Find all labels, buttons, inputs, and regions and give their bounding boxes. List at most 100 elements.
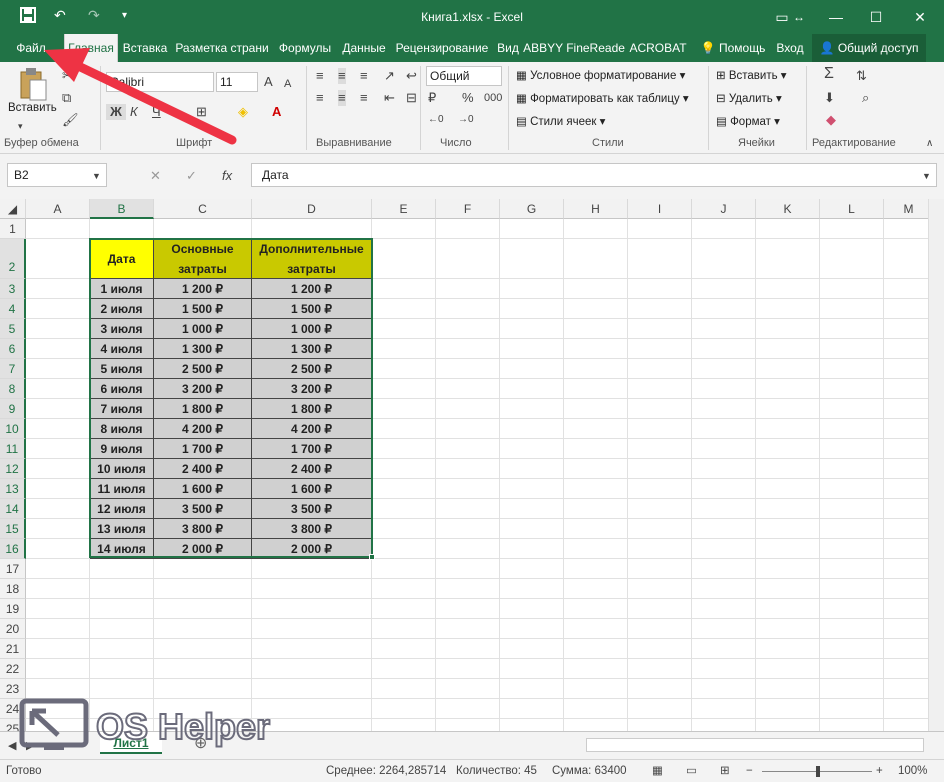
page-layout-view-icon[interactable]: ▭: [686, 760, 697, 782]
table-cell[interactable]: 2 400 ₽: [154, 459, 252, 479]
table-cell[interactable]: 12 июля: [90, 499, 154, 519]
row-header-11[interactable]: 11: [0, 439, 26, 459]
merge-center-icon[interactable]: ⊟: [406, 90, 417, 106]
conditional-formatting-button[interactable]: ▦ Условное форматирование ▾: [516, 68, 685, 82]
format-as-table-button[interactable]: ▦ Форматировать как таблицу ▾: [516, 91, 689, 105]
font-size-box[interactable]: 11: [216, 72, 258, 92]
column-header-J[interactable]: J: [692, 199, 756, 219]
column-header-L[interactable]: L: [820, 199, 884, 219]
zoom-in-icon[interactable]: +: [876, 760, 883, 782]
table-cell[interactable]: 3 июля: [90, 319, 154, 339]
prev-sheet-icon[interactable]: ◀: [8, 738, 16, 754]
table-cell[interactable]: 1 600 ₽: [154, 479, 252, 499]
row-header-19[interactable]: 19: [0, 599, 26, 619]
table-cell[interactable]: 1 200 ₽: [154, 279, 252, 299]
zoom-out-icon[interactable]: −: [746, 760, 753, 782]
column-header-D[interactable]: D: [252, 199, 372, 219]
expand-formula-bar-icon[interactable]: ▼: [922, 168, 931, 184]
table-cell[interactable]: 14 июля: [90, 539, 154, 559]
column-header-E[interactable]: E: [372, 199, 436, 219]
align-middle-icon[interactable]: ≡: [338, 68, 346, 84]
collapse-ribbon-icon[interactable]: ∧: [926, 136, 933, 152]
row-header-8[interactable]: 8: [0, 379, 26, 399]
row-header-21[interactable]: 21: [0, 639, 26, 659]
column-header-B[interactable]: B: [90, 199, 154, 219]
column-header-I[interactable]: I: [628, 199, 692, 219]
row-header-15[interactable]: 15: [0, 519, 26, 539]
table-cell[interactable]: 1 700 ₽: [252, 439, 372, 459]
format-cells-button[interactable]: ▤ Формат ▾: [716, 114, 780, 128]
spreadsheet-grid[interactable]: ◢ ABCDEFGHIJKLM 1 2 3 4 5 6 7 8 9 10 11 12 13 14 15 16 1…: [0, 199, 944, 759]
row-header-16[interactable]: 16: [0, 539, 26, 559]
sheet-tab-list1[interactable]: Лист1: [100, 732, 162, 754]
table-cell[interactable]: 1 700 ₽: [154, 439, 252, 459]
next-sheet-icon[interactable]: ▶: [26, 738, 34, 754]
fill-color-icon[interactable]: ◈: [238, 104, 248, 120]
table-header-cell[interactable]: Дополнительные затраты: [252, 239, 372, 279]
row-header-3[interactable]: 3: [0, 279, 26, 299]
row-header-4[interactable]: 4: [0, 299, 26, 319]
table-cell[interactable]: 1 200 ₽: [252, 279, 372, 299]
zoom-slider-thumb[interactable]: [816, 766, 820, 777]
currency-icon[interactable]: ₽: [428, 90, 436, 106]
table-cell[interactable]: 3 500 ₽: [252, 499, 372, 519]
close-button[interactable]: ✕: [900, 4, 940, 30]
table-cell[interactable]: 10 июля: [90, 459, 154, 479]
align-bottom-icon[interactable]: ≡: [360, 68, 368, 84]
wrap-text-icon[interactable]: ↩: [406, 68, 417, 84]
shrink-font-icon[interactable]: A: [284, 76, 291, 92]
row-header-23[interactable]: 23: [0, 679, 26, 699]
table-cell[interactable]: 6 июля: [90, 379, 154, 399]
add-sheet-icon[interactable]: ⊕: [194, 736, 207, 752]
row-header-22[interactable]: 22: [0, 659, 26, 679]
row-header-24[interactable]: 24: [0, 699, 26, 719]
row-header-2[interactable]: 2: [0, 239, 26, 279]
tell-me-button[interactable]: 💡 Помощь: [696, 34, 770, 62]
row-header-1[interactable]: 1: [0, 219, 26, 239]
underline-button[interactable]: Ч: [152, 104, 161, 120]
page-break-view-icon[interactable]: ⊞: [720, 760, 730, 782]
format-painter-icon[interactable]: 🖌: [62, 112, 79, 128]
table-cell[interactable]: 2 500 ₽: [154, 359, 252, 379]
confirm-entry-icon[interactable]: ✓: [186, 168, 197, 184]
cancel-entry-icon[interactable]: ✕: [150, 168, 161, 184]
font-color-icon[interactable]: A: [272, 104, 281, 120]
table-cell[interactable]: 1 000 ₽: [154, 319, 252, 339]
minimize-button[interactable]: —: [816, 4, 856, 30]
tab-review[interactable]: Рецензирование: [391, 34, 493, 62]
delete-cells-button[interactable]: ⊟ Удалить ▾: [716, 91, 782, 105]
column-header-K[interactable]: K: [756, 199, 820, 219]
borders-icon[interactable]: ⊞: [196, 104, 207, 120]
table-cell[interactable]: 1 800 ₽: [252, 399, 372, 419]
horizontal-scrollbar[interactable]: [586, 738, 924, 752]
copy-icon[interactable]: ⧉: [62, 90, 71, 106]
table-cell[interactable]: 4 июля: [90, 339, 154, 359]
insert-function-icon[interactable]: fx: [222, 168, 232, 184]
table-cell[interactable]: 8 июля: [90, 419, 154, 439]
paste-dropdown-icon[interactable]: ▾: [18, 118, 23, 134]
maximize-button[interactable]: ☐: [856, 4, 896, 30]
table-cell[interactable]: 1 600 ₽: [252, 479, 372, 499]
table-cell[interactable]: 5 июля: [90, 359, 154, 379]
table-cell[interactable]: 1 800 ₽: [154, 399, 252, 419]
table-cell[interactable]: 2 500 ₽: [252, 359, 372, 379]
row-header-12[interactable]: 12: [0, 459, 26, 479]
table-cell[interactable]: 3 500 ₽: [154, 499, 252, 519]
row-header-7[interactable]: 7: [0, 359, 26, 379]
number-format-box[interactable]: Общий: [426, 66, 502, 86]
column-header-F[interactable]: F: [436, 199, 500, 219]
tab-page-layout[interactable]: Разметка страни: [172, 34, 272, 62]
table-cell[interactable]: 1 500 ₽: [252, 299, 372, 319]
row-header-10[interactable]: 10: [0, 419, 26, 439]
tab-abbyy[interactable]: ABBYY FineReade: [523, 34, 625, 62]
tab-formulas[interactable]: Формулы: [273, 34, 337, 62]
increase-decimal-icon[interactable]: ←0: [428, 112, 444, 128]
table-cell[interactable]: 1 000 ₽: [252, 319, 372, 339]
sort-filter-icon[interactable]: ⇅: [856, 68, 867, 84]
table-cell[interactable]: 11 июля: [90, 479, 154, 499]
table-cell[interactable]: 9 июля: [90, 439, 154, 459]
table-cell[interactable]: 3 800 ₽: [154, 519, 252, 539]
normal-view-icon[interactable]: ▦: [652, 760, 663, 782]
comma-style-icon[interactable]: 000: [484, 90, 502, 106]
percent-icon[interactable]: %: [462, 90, 474, 106]
